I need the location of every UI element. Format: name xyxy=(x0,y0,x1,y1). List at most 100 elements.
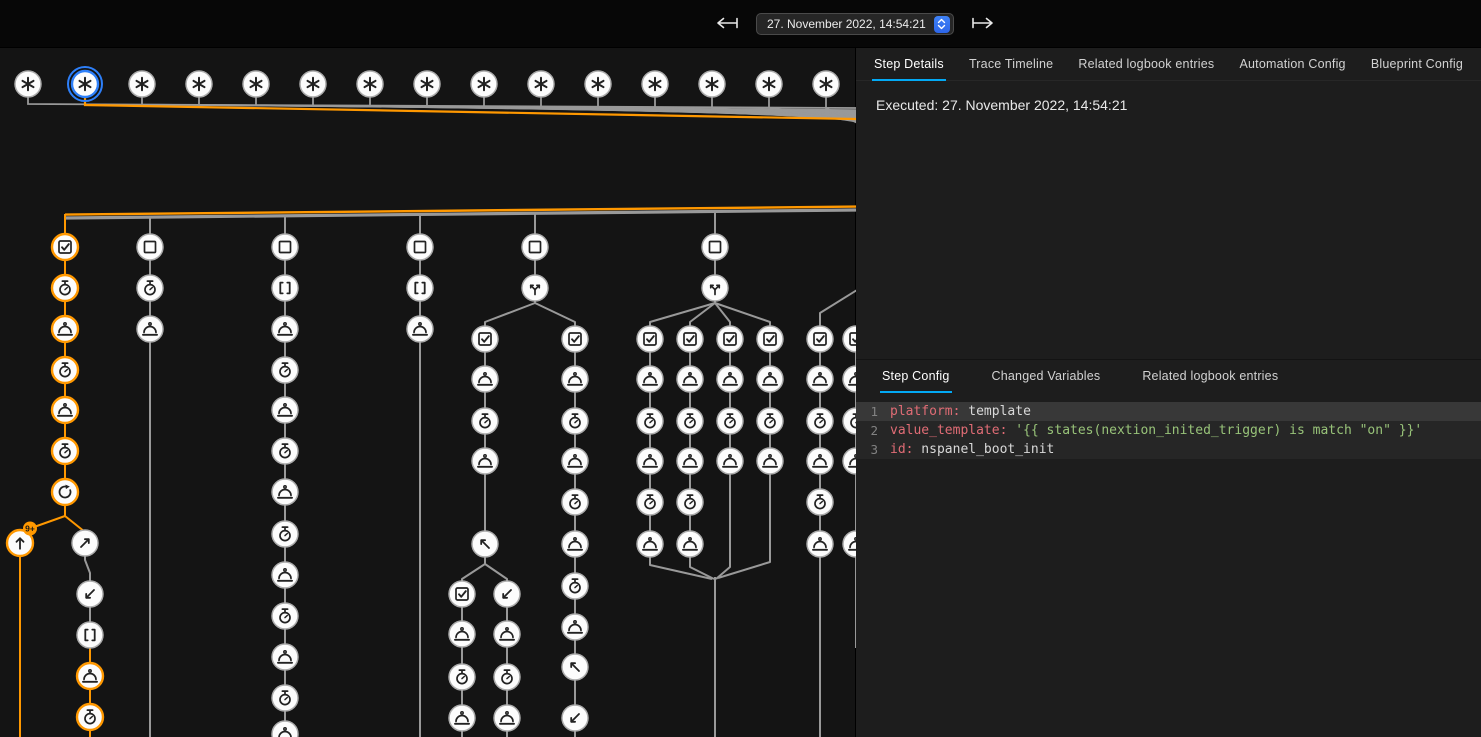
trace-node-brackets[interactable] xyxy=(407,275,433,301)
trace-node-timer[interactable] xyxy=(717,408,743,434)
trace-node-timer[interactable] xyxy=(807,408,833,434)
trace-node-checkbox[interactable] xyxy=(562,326,588,352)
trace-node-bell[interactable] xyxy=(677,366,703,392)
trace-node-checkbox[interactable] xyxy=(52,234,78,260)
trace-node-timer[interactable] xyxy=(449,664,475,690)
trace-node-asterisk[interactable] xyxy=(129,71,155,97)
trace-node-refresh[interactable] xyxy=(52,479,78,505)
trace-node-bell[interactable] xyxy=(272,397,298,423)
tab-blueprint-config[interactable]: Blueprint Config xyxy=(1369,48,1465,81)
trace-node-checkbox[interactable] xyxy=(757,326,783,352)
trace-node-bell[interactable] xyxy=(272,644,298,670)
subtab-related-logbook-entries[interactable]: Related logbook entries xyxy=(1140,360,1280,393)
tab-step-details[interactable]: Step Details xyxy=(872,48,946,81)
tab-automation-config[interactable]: Automation Config xyxy=(1237,48,1347,81)
trace-node-bell[interactable] xyxy=(677,448,703,474)
trace-node-checkbox[interactable] xyxy=(449,581,475,607)
trace-node-bell[interactable] xyxy=(272,562,298,588)
trace-node-square[interactable] xyxy=(702,234,728,260)
trace-node-bell[interactable] xyxy=(272,721,298,737)
trace-node-timer[interactable] xyxy=(494,664,520,690)
trace-node-timer[interactable] xyxy=(562,489,588,515)
trace-node-asterisk[interactable] xyxy=(414,71,440,97)
trace-node-brackets[interactable] xyxy=(77,622,103,648)
trace-node-timer[interactable] xyxy=(562,573,588,599)
trace-node-split[interactable] xyxy=(702,275,728,301)
trace-node-timer[interactable] xyxy=(637,408,663,434)
trace-node-timer[interactable] xyxy=(843,408,856,434)
trace-node-timer[interactable] xyxy=(272,685,298,711)
trace-node-timer[interactable] xyxy=(472,408,498,434)
trace-node-bell[interactable] xyxy=(137,316,163,342)
trace-node-timer[interactable] xyxy=(677,489,703,515)
trace-node-timer[interactable] xyxy=(137,275,163,301)
trace-node-timer[interactable] xyxy=(52,438,78,464)
trace-node-bell[interactable] xyxy=(562,366,588,392)
trace-node-checkbox[interactable] xyxy=(717,326,743,352)
trace-node-timer[interactable] xyxy=(272,603,298,629)
trace-node-bell[interactable] xyxy=(562,448,588,474)
trace-node-split[interactable] xyxy=(522,275,548,301)
trace-node-arrow-sw[interactable] xyxy=(77,581,103,607)
trace-node-bell[interactable] xyxy=(494,705,520,731)
trace-node-timer[interactable] xyxy=(562,408,588,434)
trace-node-timer[interactable] xyxy=(272,521,298,547)
trace-node-square[interactable] xyxy=(407,234,433,260)
trace-node-square[interactable] xyxy=(137,234,163,260)
trace-node-asterisk[interactable] xyxy=(68,67,102,101)
previous-trace-button[interactable] xyxy=(712,12,744,37)
trace-node-timer[interactable] xyxy=(757,408,783,434)
next-trace-button[interactable] xyxy=(966,12,998,37)
trace-node-bell[interactable] xyxy=(717,448,743,474)
step-config-code[interactable]: 1platform: template2value_template: '{{ … xyxy=(856,402,1481,459)
trace-node-arrow-ne[interactable] xyxy=(72,530,98,556)
subtab-step-config[interactable]: Step Config xyxy=(880,360,952,393)
trace-node-asterisk[interactable] xyxy=(528,71,554,97)
trace-node-bell[interactable] xyxy=(843,448,856,474)
trace-node-asterisk[interactable] xyxy=(813,71,839,97)
trace-node-bell[interactable] xyxy=(449,705,475,731)
trace-node-checkbox[interactable] xyxy=(472,326,498,352)
trace-node-bell[interactable] xyxy=(757,366,783,392)
trace-node-arrow-up[interactable]: 9+ xyxy=(7,522,37,557)
trace-node-bell[interactable] xyxy=(757,448,783,474)
trace-node-bell[interactable] xyxy=(717,366,743,392)
trace-node-bell[interactable] xyxy=(494,621,520,647)
trace-node-bell[interactable] xyxy=(449,621,475,647)
trace-node-bell[interactable] xyxy=(807,531,833,557)
trace-node-bell[interactable] xyxy=(677,531,703,557)
trace-node-checkbox[interactable] xyxy=(807,326,833,352)
trace-node-timer[interactable] xyxy=(272,438,298,464)
trace-node-timer[interactable] xyxy=(77,704,103,730)
trace-node-bell[interactable] xyxy=(407,316,433,342)
trace-node-bell[interactable] xyxy=(562,614,588,640)
trace-node-timer[interactable] xyxy=(52,357,78,383)
trace-node-bell[interactable] xyxy=(272,316,298,342)
trace-node-bell[interactable] xyxy=(807,366,833,392)
trace-node-timer[interactable] xyxy=(807,489,833,515)
trace-node-timer[interactable] xyxy=(272,357,298,383)
trace-node-asterisk[interactable] xyxy=(186,71,212,97)
trace-node-asterisk[interactable] xyxy=(756,71,782,97)
trace-node-brackets[interactable] xyxy=(272,275,298,301)
tab-related-logbook-entries[interactable]: Related logbook entries xyxy=(1076,48,1216,81)
trace-graph-canvas[interactable]: 9+ xyxy=(0,48,856,737)
trace-node-arrow-sw[interactable] xyxy=(494,581,520,607)
trace-node-asterisk[interactable] xyxy=(642,71,668,97)
trace-node-checkbox[interactable] xyxy=(637,326,663,352)
trace-node-arrow-nw[interactable] xyxy=(472,531,498,557)
trace-node-bell[interactable] xyxy=(637,531,663,557)
trace-node-arrow-sw[interactable] xyxy=(562,705,588,731)
subtab-changed-variables[interactable]: Changed Variables xyxy=(990,360,1103,393)
trace-node-bell[interactable] xyxy=(272,479,298,505)
trace-node-square[interactable] xyxy=(522,234,548,260)
trace-node-bell[interactable] xyxy=(77,663,103,689)
trace-node-asterisk[interactable] xyxy=(471,71,497,97)
trace-node-asterisk[interactable] xyxy=(300,71,326,97)
trace-node-bell[interactable] xyxy=(562,531,588,557)
trace-node-asterisk[interactable] xyxy=(699,71,725,97)
trace-node-bell[interactable] xyxy=(843,366,856,392)
trace-node-asterisk[interactable] xyxy=(357,71,383,97)
trace-node-bell[interactable] xyxy=(637,448,663,474)
trace-node-asterisk[interactable] xyxy=(585,71,611,97)
